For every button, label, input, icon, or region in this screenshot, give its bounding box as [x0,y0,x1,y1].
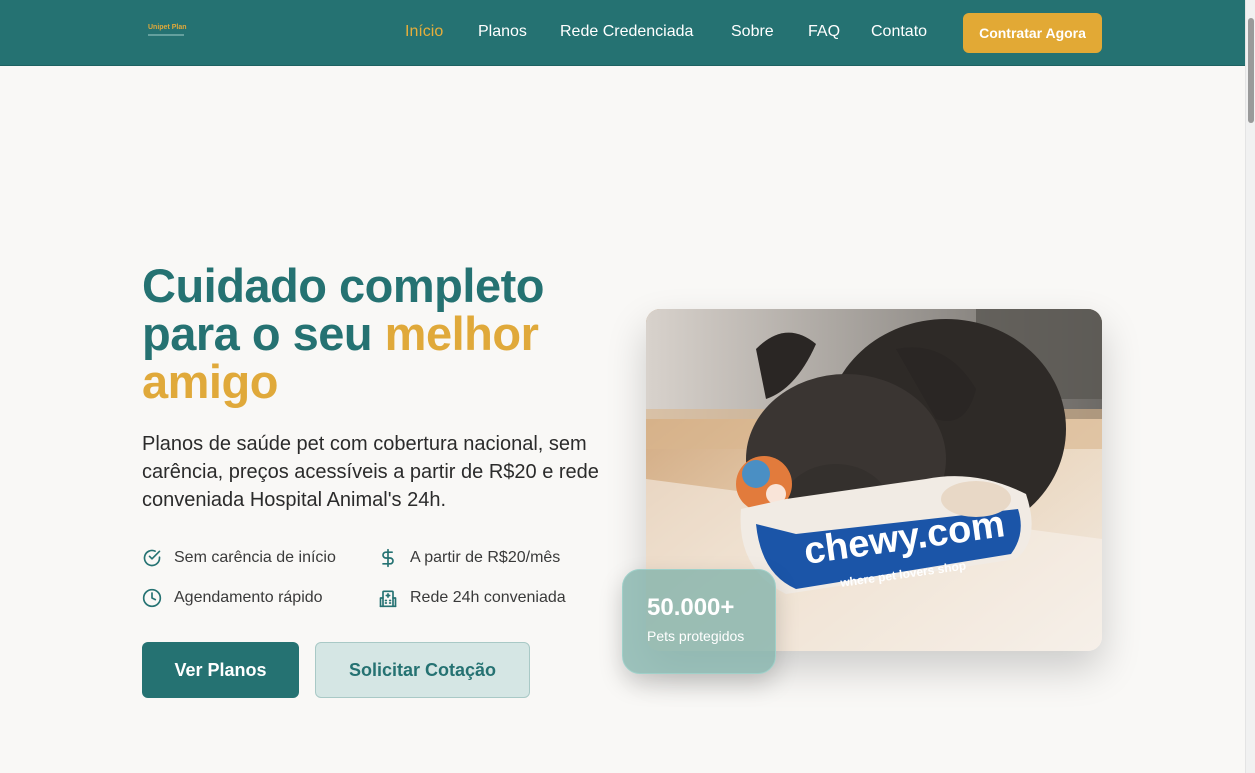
feature-label: Rede 24h conveniada [410,589,566,606]
nav-link-rede-credenciada[interactable]: Rede Credenciada [560,23,693,41]
feature-label: A partir de R$20/mês [410,549,561,566]
feature-preco: A partir de R$20/mês [378,548,560,568]
contratar-agora-button[interactable]: Contratar Agora [963,13,1102,53]
clock-icon [142,588,162,608]
logo[interactable]: Unipet Plan [148,24,188,38]
nav-link-planos[interactable]: Planos [478,23,527,41]
nav-link-sobre[interactable]: Sobre [731,23,774,41]
feature-sem-carencia: Sem carência de início [142,548,336,568]
hospital-icon [379,590,397,608]
stat-card-pets: 50.000+ Pets protegidos [622,569,776,674]
feature-label: Sem carência de início [174,549,336,566]
dollar-icon [382,548,394,568]
feature-rede-24h: Rede 24h conveniada [378,588,566,608]
scrollbar-thumb[interactable] [1248,18,1254,123]
nav-link-faq[interactable]: FAQ [808,23,840,41]
hero-description: Planos de saúde pet com cobertura nacion… [142,433,599,511]
hero-title: Cuidado completo para o seu melhor amigo [142,262,612,406]
logo-tagline-line [148,34,184,36]
page-scrollbar[interactable] [1245,0,1255,773]
site-header: Unipet Plan Início Planos Rede Credencia… [0,0,1245,66]
stat-label: Pets protegidos [647,628,745,644]
solicitar-cotacao-button[interactable]: Solicitar Cotação [315,642,530,698]
feature-label: Agendamento rápido [174,589,323,606]
ver-planos-button[interactable]: Ver Planos [142,642,299,698]
stat-value: 50.000+ [647,594,735,621]
logo-text: Unipet Plan [148,24,187,31]
nav-link-contato[interactable]: Contato [871,23,927,41]
nav-link-inicio[interactable]: Início [405,23,443,41]
check-circle-icon [143,549,161,567]
feature-agendamento: Agendamento rápido [142,588,323,608]
